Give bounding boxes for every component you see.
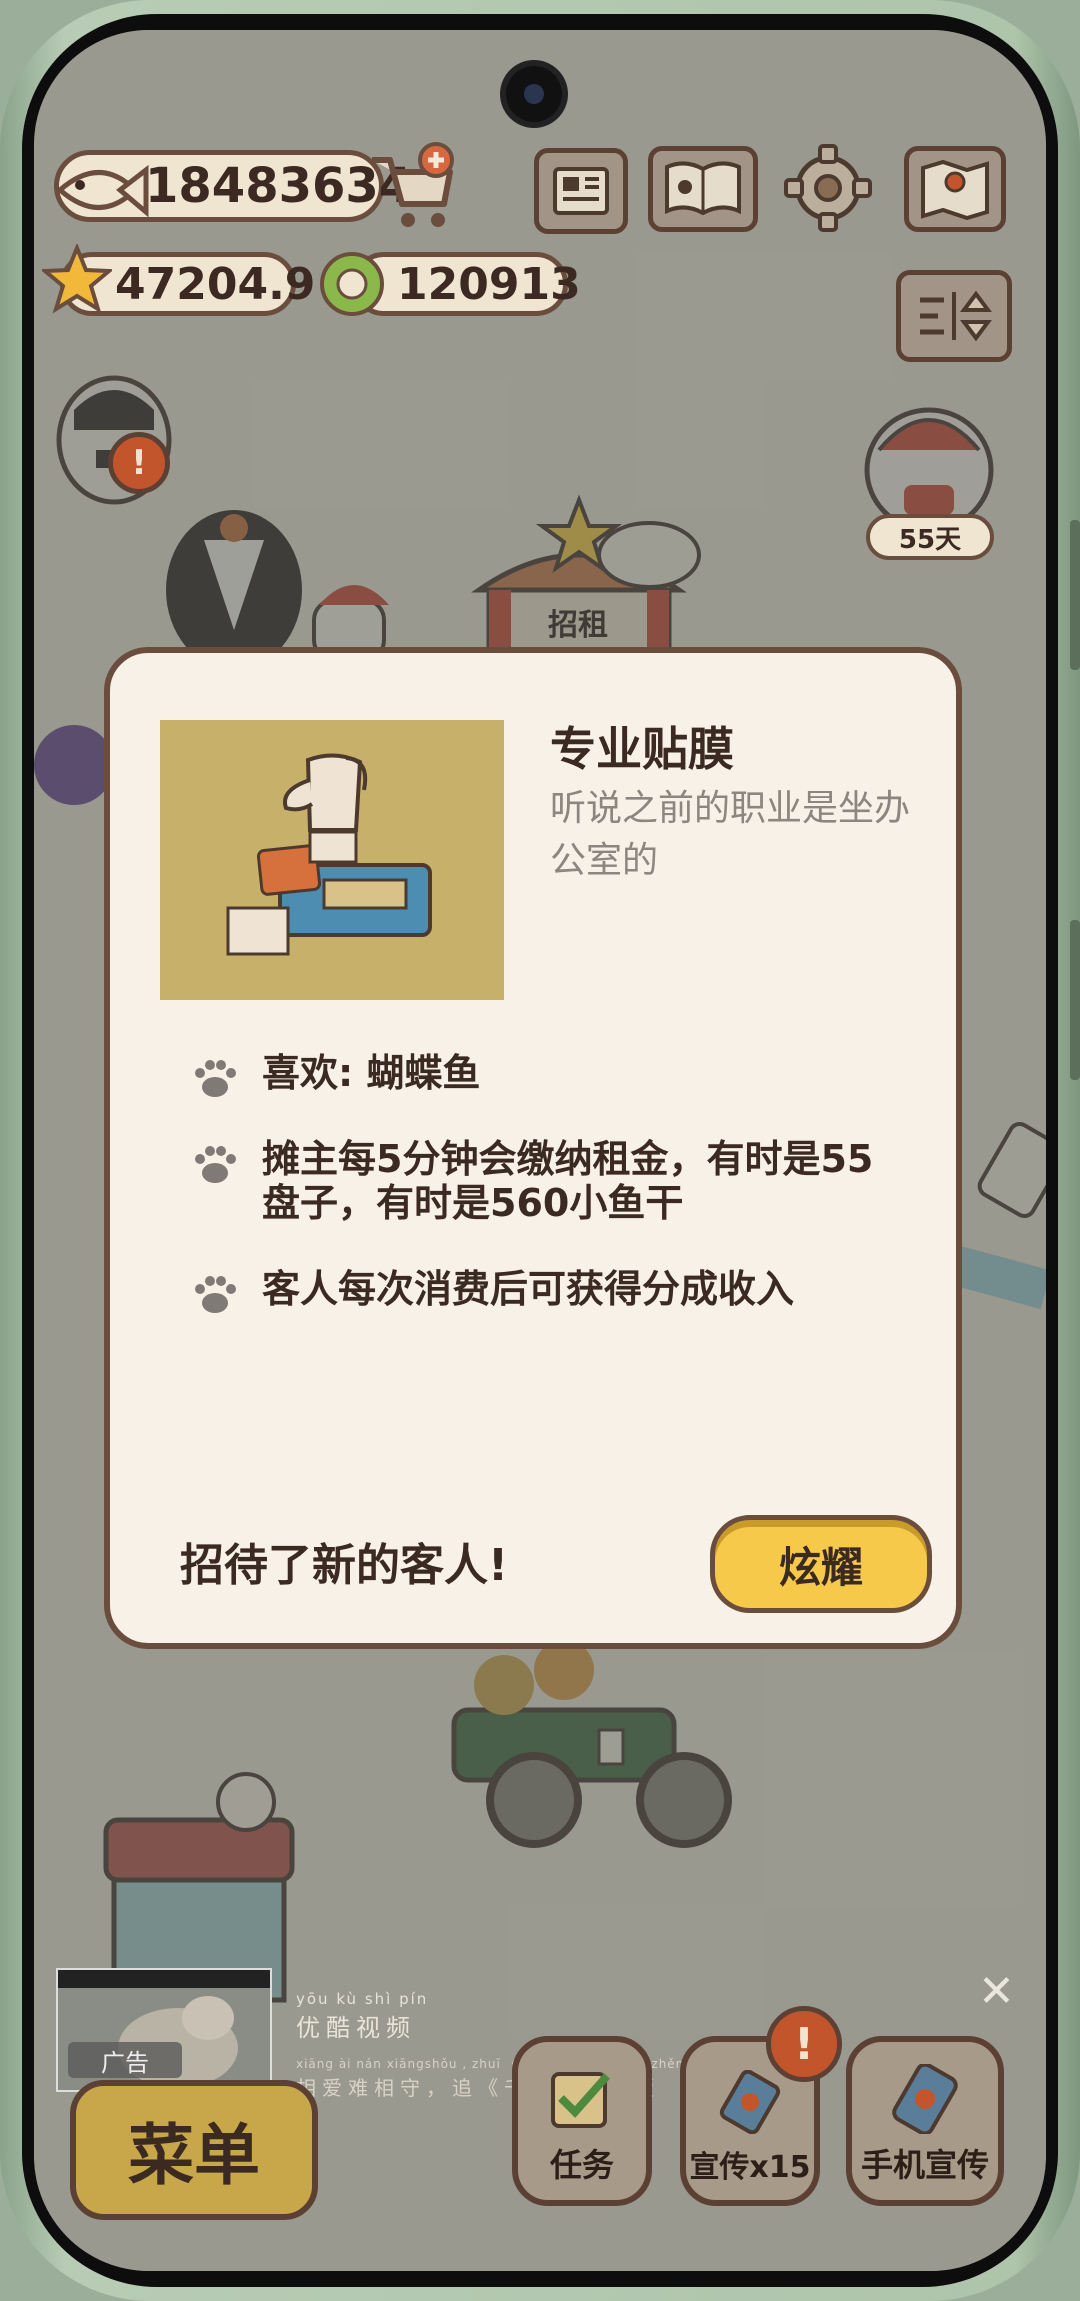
paw-icon (195, 1276, 236, 1313)
green-coin-icon (320, 252, 384, 316)
promote-alert-badge: ! (766, 2006, 842, 2082)
cat-alert-badge[interactable]: ! (108, 432, 170, 494)
ad-label-text: 广告 (101, 2048, 149, 2077)
volume-button (1070, 520, 1080, 670)
star-count: 47204.9 (115, 258, 316, 310)
paw-icon (195, 1146, 236, 1183)
feature-row: 喜欢: 蝴蝶鱼 (190, 1051, 882, 1103)
feature-text: 摊主每5分钟会缴纳租金，有时是55盘子，有时是560小鱼干 (262, 1137, 874, 1225)
ad-title-text: 优酷视频 (296, 2014, 416, 2042)
days-count: 55天 (898, 524, 962, 555)
promote-label: 宣传x15 (689, 2150, 811, 2185)
star-icon (42, 244, 112, 314)
newspaper-icon[interactable] (534, 148, 628, 234)
flyer-icon (719, 2070, 781, 2134)
sort-toggle-icon[interactable] (896, 270, 1012, 362)
phone-promote-button[interactable]: 手机宣传 (846, 2036, 1004, 2206)
feature-row: 客人每次消费后可获得分成收入 (190, 1267, 882, 1319)
tasks-button[interactable]: 任务 (512, 2036, 652, 2206)
shop-cart-add-icon[interactable] (364, 142, 464, 234)
menu-button[interactable]: 菜单 (70, 2080, 318, 2220)
checklist-icon (551, 2072, 610, 2128)
map-icon[interactable] (904, 146, 1006, 232)
front-camera (506, 66, 562, 122)
fish-icon (56, 164, 149, 218)
guest-description: 听说之前的职业是坐办公室的 (550, 788, 911, 881)
ad-thumbnail[interactable]: 广告 (56, 1968, 272, 2092)
ad-title[interactable]: yōu kù shì pín 优酷视频 (296, 1990, 428, 2043)
guest-title: 专业贴膜 (550, 722, 734, 776)
ad-label: 广告 (68, 2042, 182, 2078)
ad-title-pinyin: yōu kù shì pín (296, 1990, 429, 2008)
ad-banner-strip (58, 1970, 270, 1988)
ad-subtitle-text: 相爱难相守，追《千香》完整版 (296, 2076, 660, 2100)
tasks-label: 任务 (549, 2146, 614, 2184)
ad-close-icon[interactable]: ✕ (978, 1966, 1015, 2017)
ad-subtitle-pinyin: xiāng ài nán xiāngshǒu , zhuī 《 qiān xiā… (296, 2057, 724, 2071)
show-off-button[interactable]: 炫耀 (710, 1515, 932, 1613)
settings-gear-icon[interactable] (784, 142, 872, 234)
book-icon[interactable] (648, 146, 758, 232)
feature-text: 喜欢: 蝴蝶鱼 (262, 1051, 481, 1095)
new-guest-dialog: 专业贴膜 听说之前的职业是坐办公室的 喜欢: 蝴蝶鱼 摊主每5分钟会缴纳租金，有… (104, 647, 962, 1649)
ad-subtitle[interactable]: xiāng ài nán xiāngshǒu , zhuī 《 qiān xiā… (296, 2055, 723, 2101)
phone-icon (892, 2064, 958, 2134)
coin-count: 120913 (397, 258, 581, 310)
power-button (1070, 920, 1080, 1080)
guest-illustration (160, 720, 504, 1000)
days-badge: 55天 (866, 514, 994, 560)
new-guest-message: 招待了新的客人! (180, 1540, 509, 1591)
phone-promote-label: 手机宣传 (860, 2146, 989, 2184)
feature-text: 客人每次消费后可获得分成收入 (262, 1267, 795, 1311)
feature-row: 摊主每5分钟会缴纳租金，有时是55盘子，有时是560小鱼干 (190, 1137, 882, 1225)
paw-icon (195, 1060, 236, 1097)
